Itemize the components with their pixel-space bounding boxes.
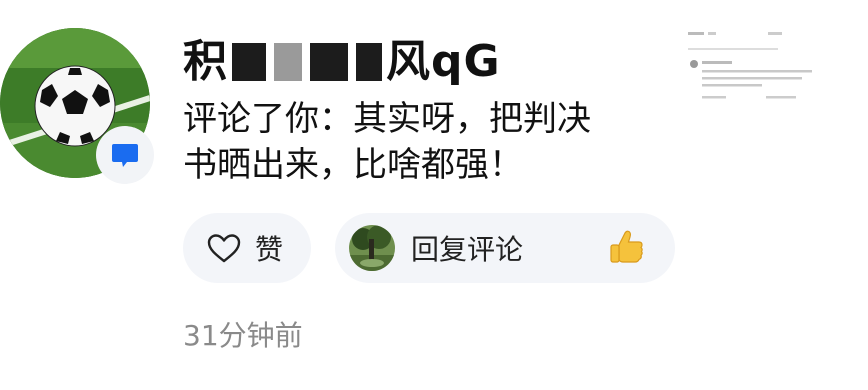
reply-label: 回复评论 [411, 233, 524, 266]
like-label: 赞 [255, 233, 284, 266]
thumbs-up-icon[interactable] [607, 228, 647, 268]
censor-block [232, 43, 266, 81]
censor-block [356, 43, 382, 81]
message-badge [96, 126, 154, 184]
username-prefix: 积 [183, 36, 228, 87]
tree-avatar-icon [349, 225, 395, 271]
censor-block [310, 43, 348, 81]
censor-block [274, 43, 302, 81]
username-suffix: 风qG [386, 36, 501, 87]
like-button[interactable]: 赞 [183, 213, 311, 283]
heart-icon [207, 234, 241, 263]
timestamp: 31分钟前 [183, 319, 303, 352]
message-icon [112, 144, 138, 167]
username[interactable]: 积 风qG [183, 36, 501, 88]
reply-comment-button[interactable]: 回复评论 [335, 213, 675, 283]
post-thumbnail[interactable] [686, 28, 818, 108]
post-preview-icon [688, 32, 812, 99]
comment-text: 评论了你：其实呀，把判决书晒出来，比啥都强！ [183, 99, 591, 185]
